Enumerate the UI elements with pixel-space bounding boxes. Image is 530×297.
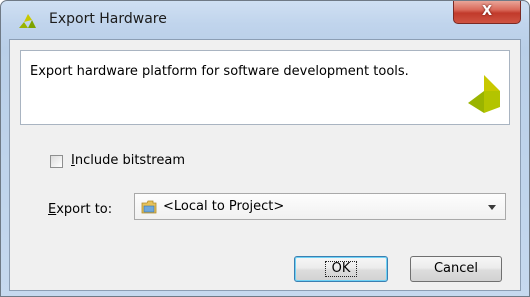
ok-button[interactable]: OK [294, 256, 388, 282]
ok-button-label: OK [324, 261, 358, 277]
folder-icon [141, 200, 157, 214]
export-to-dropdown[interactable]: <Local to Project> [134, 193, 506, 220]
window-title: Export Hardware [49, 11, 167, 27]
xilinx-logo-icon [19, 14, 36, 28]
include-bitstream-checkbox[interactable] [50, 155, 63, 168]
export-to-label: Export to: [48, 202, 113, 217]
title-bar[interactable]: Export Hardware X [1, 1, 529, 39]
export-hardware-dialog: Export Hardware X Export hardware platfo… [0, 0, 530, 297]
close-icon: X [481, 4, 493, 19]
xilinx-logo-icon [468, 75, 500, 113]
close-button[interactable]: X [453, 1, 521, 24]
cancel-button[interactable]: Cancel [410, 256, 502, 282]
export-to-selected-value: <Local to Project> [163, 199, 285, 214]
dialog-body: Export hardware platform for software de… [9, 39, 521, 291]
header-description: Export hardware platform for software de… [30, 64, 409, 79]
chevron-down-icon[interactable] [488, 205, 496, 210]
header-panel: Export hardware platform for software de… [20, 50, 510, 125]
include-bitstream-label[interactable]: Include bitstream [71, 153, 185, 168]
